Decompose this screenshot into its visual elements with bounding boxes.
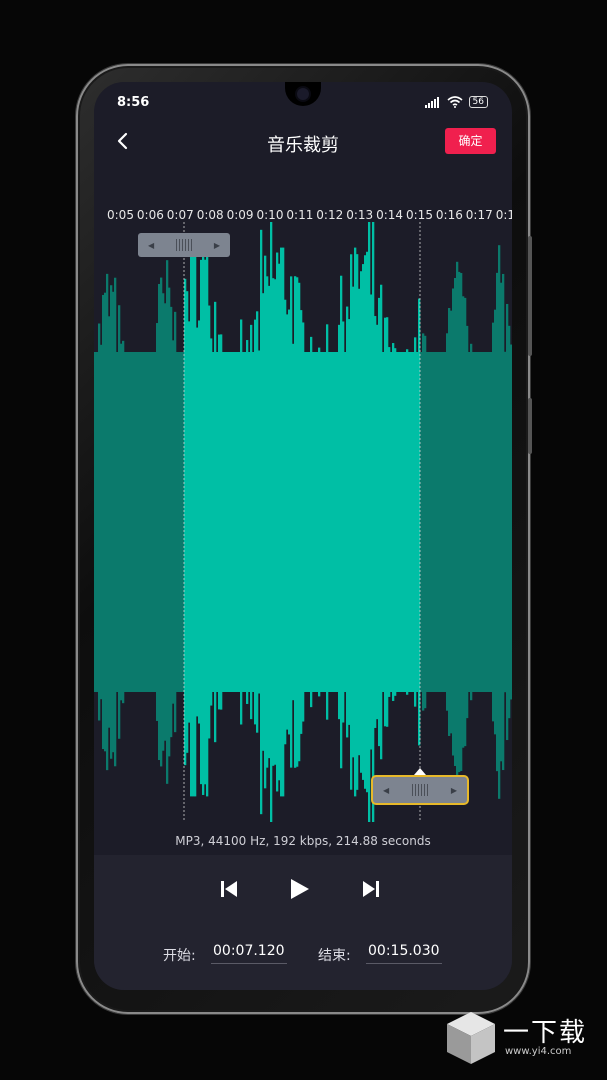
left-arrow-icon: ◀ bbox=[383, 785, 390, 795]
audio-info: MP3, 44100 Hz, 192 kbps, 214.88 seconds bbox=[175, 834, 431, 848]
start-trim-handle[interactable]: ◀ ▶ bbox=[138, 233, 230, 257]
camera-icon bbox=[297, 88, 309, 100]
waveform-body bbox=[184, 352, 420, 692]
wifi-icon bbox=[447, 96, 463, 108]
right-arrow-icon: ▶ bbox=[450, 785, 457, 795]
timeline-tick-label: 0:05 bbox=[107, 208, 134, 222]
start-time-field[interactable]: 00:07.120 bbox=[211, 943, 287, 964]
right-arrow-icon: ▶ bbox=[213, 240, 220, 250]
start-label: 开始: bbox=[163, 948, 196, 964]
watermark: 一下载 www.yi4.com bbox=[445, 1010, 605, 1070]
timeline-tick-label: 0:16 bbox=[435, 208, 463, 222]
timeline-tick-label: 0:15 bbox=[406, 208, 433, 222]
waveform[interactable] bbox=[94, 222, 512, 822]
timeline-tick-label: 0:14 bbox=[376, 208, 404, 222]
watermark-url: www.yi4.com bbox=[505, 1046, 572, 1057]
timeline-tick-label: 0:08 bbox=[196, 208, 224, 222]
end-label: 结束: bbox=[318, 948, 351, 964]
grip-icon bbox=[176, 239, 192, 251]
timeline-tick-label: 0:12 bbox=[316, 208, 344, 222]
timeline-tick-label: 0:11 bbox=[286, 208, 314, 222]
confirm-button[interactable]: 确定 bbox=[445, 128, 496, 154]
timeline-tick-label: 0:17 bbox=[465, 208, 493, 222]
timeline-tick-label: 0:06 bbox=[136, 208, 164, 222]
playback-panel: 开始: 00:07.120 结束: 00:15.030 bbox=[94, 855, 512, 990]
app-screen: 8:56 56 音乐裁剪 确定 0:05 0:06 0:07 0:08 0:09 0:10… bbox=[94, 82, 512, 990]
power-button bbox=[528, 398, 532, 454]
waveform-body bbox=[420, 352, 512, 692]
waveform-body bbox=[94, 352, 184, 692]
status-icons: 56 bbox=[424, 96, 488, 108]
timeline-tick-label: 0:13 bbox=[346, 208, 374, 222]
timeline-tick-label: 0:09 bbox=[226, 208, 254, 222]
battery-icon: 56 bbox=[468, 96, 488, 108]
end-pointer-icon bbox=[414, 768, 426, 775]
play-icon[interactable] bbox=[284, 875, 314, 903]
skip-forward-icon[interactable] bbox=[356, 875, 386, 903]
end-time-field[interactable]: 00:15.030 bbox=[366, 943, 442, 964]
volume-button bbox=[528, 236, 532, 356]
timeline-tick-label: 0:07 bbox=[166, 208, 194, 222]
end-trim-handle[interactable]: ◀ ▶ bbox=[371, 775, 469, 805]
timeline-tick-label: 0:10 bbox=[256, 208, 284, 222]
skip-back-icon[interactable] bbox=[214, 875, 244, 903]
timeline-tick-label: 0:1 bbox=[495, 208, 512, 222]
top-nav: 音乐裁剪 确定 bbox=[94, 122, 512, 162]
signal-icon bbox=[424, 96, 439, 108]
watermark-brand: 一下载 bbox=[503, 1018, 588, 1048]
grip-icon bbox=[412, 784, 428, 796]
left-arrow-icon: ◀ bbox=[148, 240, 155, 250]
cube-logo-icon bbox=[447, 1012, 495, 1064]
status-time: 8:56 bbox=[117, 95, 150, 110]
